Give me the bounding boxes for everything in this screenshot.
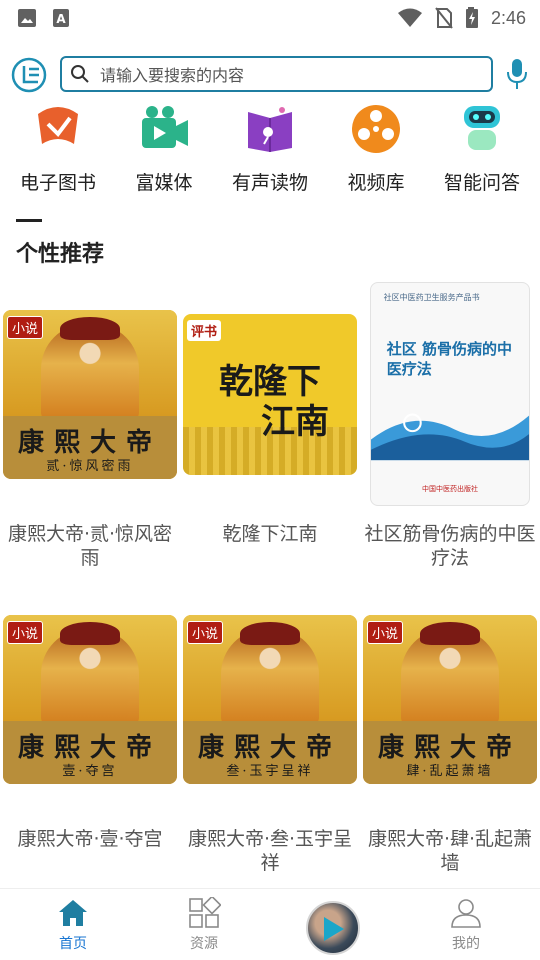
app-logo-icon[interactable] <box>10 56 48 94</box>
cover-title: 社区 筋骨伤病的中医疗法 <box>386 339 513 378</box>
category-label: 视频库 <box>347 172 405 194</box>
book-cover[interactable]: 小说 康熙大帝 壹·夺宫 <box>3 615 177 784</box>
category-audiobook[interactable]: 有声读物 <box>222 100 318 200</box>
nav-label: 首页 <box>59 936 87 952</box>
cover-publisher: 中国中医药出版社 <box>422 484 478 493</box>
category-label: 有声读物 <box>231 172 308 194</box>
audiobook-icon <box>248 107 292 152</box>
book-title[interactable]: 康熙大帝·肆·乱起萧墙 <box>362 827 538 875</box>
film-reel-icon <box>352 105 400 153</box>
home-icon <box>59 900 87 926</box>
category-ebook[interactable]: 电子图书 <box>10 100 106 200</box>
user-icon <box>451 899 481 928</box>
category-label: 电子图书 <box>19 172 96 194</box>
cover-tag: 小说 <box>7 316 44 339</box>
ebook-icon <box>38 107 78 144</box>
cover-title: 康熙大帝 <box>377 732 522 763</box>
wifi-icon <box>397 8 422 27</box>
book-cover[interactable]: 社区中医药卫生服务产品书 社区 筋骨伤病的中医疗法 中国中医药出版社 <box>370 282 530 506</box>
category-label: 富媒体 <box>135 172 193 194</box>
book-cover[interactable]: 评书 乾隆下 江南 <box>183 314 357 475</box>
cover-title-line2: 江南 <box>261 402 329 443</box>
cover-tag: 小说 <box>187 621 224 644</box>
battery-charging-icon <box>465 7 478 28</box>
video-camera-icon <box>142 106 188 148</box>
resources-grid-icon <box>189 897 221 928</box>
search-icon <box>71 65 89 83</box>
nav-label: 我的 <box>452 936 480 952</box>
player-button[interactable] <box>306 901 360 955</box>
status-right: 2:46 <box>397 7 526 29</box>
book-cover[interactable]: 小说 康熙大帝 叁·玉宇呈祥 <box>183 615 357 784</box>
category-smart-qa[interactable]: 智能问答 <box>434 100 530 200</box>
nav-label: 资源 <box>190 936 218 952</box>
cover-subtitle: 肆·乱起萧墙 <box>406 764 494 780</box>
category-rich-media[interactable]: 富媒体 <box>116 100 212 200</box>
search-placeholder: 请输入要搜索的内容 <box>100 66 245 85</box>
svg-text:A: A <box>56 12 66 26</box>
microphone-icon[interactable] <box>505 56 529 92</box>
nav-profile[interactable]: 我的 <box>406 889 526 960</box>
status-left: A <box>16 7 72 29</box>
status-bar: A 2:46 <box>0 0 540 36</box>
cover-wave-graphic <box>371 413 529 461</box>
cover-title: 康熙大帝 <box>197 732 342 763</box>
cover-title: 康熙大帝 <box>17 427 162 458</box>
book-title[interactable]: 康熙大帝·壹·夺宫 <box>2 827 178 851</box>
search-input[interactable]: 请输入要搜索的内容 <box>60 56 493 92</box>
book-cover[interactable]: 小说 康熙大帝 贰·惊风密雨 <box>3 310 177 479</box>
nav-home[interactable]: 首页 <box>13 889 133 960</box>
section-divider <box>16 219 42 222</box>
cover-series: 社区中医药卫生服务产品书 <box>383 292 480 302</box>
category-row: 电子图书 富媒体 有声读物 视频库 智能问答 <box>0 100 540 200</box>
cover-tag: 小说 <box>7 621 44 644</box>
cover-subtitle: 叁·玉宇呈祥 <box>226 764 314 780</box>
robot-icon <box>464 106 500 150</box>
bottom-nav: 首页 资源 我的 <box>0 888 540 960</box>
book-title[interactable]: 乾隆下江南 <box>182 522 358 546</box>
image-icon <box>18 9 36 27</box>
search-header: 请输入要搜索的内容 <box>0 52 540 98</box>
book-title[interactable]: 社区筋骨伤病的中医疗法 <box>362 522 538 570</box>
book-title[interactable]: 康熙大帝·叁·玉宇呈祥 <box>182 827 358 875</box>
cover-title: 康熙大帝 <box>17 732 162 763</box>
nav-resources[interactable]: 资源 <box>144 889 264 960</box>
status-time: 2:46 <box>490 7 526 28</box>
book-cover[interactable]: 小说 康熙大帝 肆·乱起萧墙 <box>363 615 537 784</box>
play-icon <box>324 917 344 941</box>
section-title: 个性推荐 <box>16 242 105 267</box>
cover-subtitle: 壹·夺宫 <box>62 764 118 780</box>
category-video-library[interactable]: 视频库 <box>328 100 424 200</box>
font-icon: A <box>53 9 69 27</box>
cover-title: 乾隆下 江南 <box>183 362 357 442</box>
cover-title-line1: 乾隆下 <box>219 362 321 403</box>
book-title[interactable]: 康熙大帝·贰·惊风密雨 <box>2 522 178 570</box>
category-label: 智能问答 <box>443 172 520 194</box>
cover-tag: 评书 <box>187 320 222 341</box>
cover-subtitle: 贰·惊风密雨 <box>46 459 134 475</box>
cover-tag: 小说 <box>367 621 404 644</box>
sim-off-icon <box>435 7 453 29</box>
